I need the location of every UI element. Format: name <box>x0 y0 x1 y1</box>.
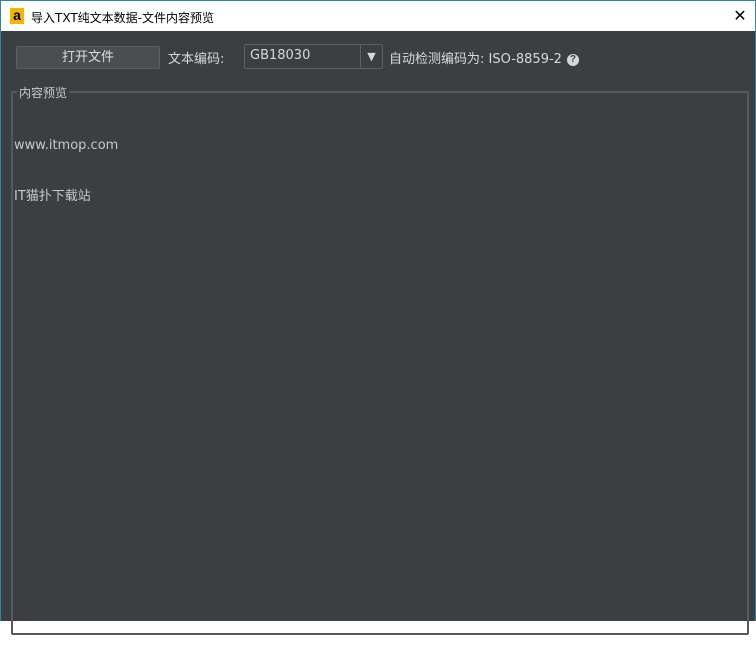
detected-encoding-text: 自动检测编码为: ISO-8859-2 <box>389 52 562 67</box>
preview-line: www.itmop.com <box>14 138 119 153</box>
title-bar: a 导入TXT纯文本数据-文件内容预览 ✕ <box>1 1 755 31</box>
window-title: 导入TXT纯文本数据-文件内容预览 <box>31 11 215 25</box>
encoding-label: 文本编码: <box>168 52 225 67</box>
preview-text: www.itmop.com IT猫扑下载站 <box>14 103 118 239</box>
group-label: 内容预览 <box>17 84 70 101</box>
preview-line: IT猫扑下载站 <box>14 189 91 204</box>
dropdown-arrow-icon[interactable]: ▼ <box>360 45 382 68</box>
encoding-select[interactable]: GB18030 ▼ <box>244 44 383 69</box>
help-icon[interactable]: ? <box>566 54 579 66</box>
content-preview-group: 内容预览 www.itmop.com IT猫扑下载站 <box>11 84 749 635</box>
close-button[interactable]: ✕ <box>725 1 755 31</box>
open-file-button[interactable]: 打开文件 <box>16 46 160 69</box>
app-logo-icon: a <box>10 8 24 24</box>
dialog-window: a 导入TXT纯文本数据-文件内容预览 ✕ 打开文件 文本编码: GB18030… <box>0 0 756 635</box>
encoding-value: GB18030 <box>250 48 311 63</box>
detected-encoding: 自动检测编码为: ISO-8859-2? <box>389 48 579 67</box>
